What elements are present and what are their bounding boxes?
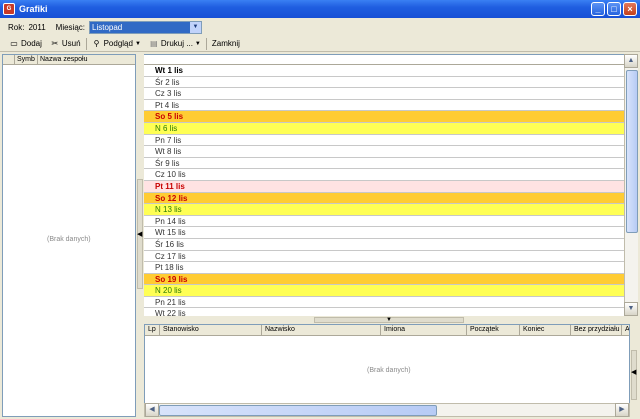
column-header-symbol[interactable]: Symb [15, 55, 38, 64]
day-row[interactable]: Pn 14 lis [144, 216, 624, 228]
scrollbar-thumb[interactable] [626, 70, 638, 233]
column-header-position[interactable]: Stanowisko [160, 325, 262, 335]
print-button-label: Drukuj ... [160, 39, 193, 48]
day-row[interactable]: So 12 lis [144, 192, 624, 205]
day-row[interactable]: Pn 21 lis [144, 297, 624, 309]
day-row[interactable]: Pn 7 lis [144, 135, 624, 147]
column-header-team-name[interactable]: Nazwa zespołu [38, 55, 135, 64]
chevron-left-icon[interactable]: ◀ [631, 368, 636, 376]
day-row[interactable]: Wt 22 lis [144, 308, 624, 316]
day-row[interactable]: Pt 11 lis [144, 180, 624, 193]
window-title: Grafiki [19, 4, 48, 14]
shifts-horizontal-scrollbar[interactable]: ◀ ▶ [144, 403, 630, 417]
filter-bar: Rok: 2011 Miesiąc: Listopad ▼ [0, 18, 640, 36]
vertical-splitter[interactable]: ◀ [136, 54, 144, 417]
preview-button-label: Podgląd [103, 39, 133, 48]
shifts-grid-header: Lp Stanowisko Nazwisko Imiona Początek K… [145, 325, 629, 336]
preview-button[interactable]: ⚲ Podgląd ▼ [89, 37, 144, 51]
day-row[interactable]: Cz 10 lis [144, 169, 624, 181]
close-button[interactable]: Zamknij [209, 37, 243, 51]
toolbar-separator [85, 37, 87, 50]
column-header-ak[interactable]: Ak [622, 325, 629, 335]
day-row[interactable]: So 5 lis [144, 111, 624, 123]
print-button[interactable]: ▤ Drukuj ... ▼ [146, 37, 204, 51]
days-list[interactable]: Wt 1 lis Śr 2 lis Cz 3 lis Pt 4 lis So 5 lis… [144, 54, 624, 316]
toolbar: ▭ Dodaj ✂ Usuń ⚲ Podgląd ▼ ▤ Drukuj ... … [0, 36, 640, 52]
day-row[interactable]: N 20 lis [144, 285, 624, 297]
teams-grid-header: Symb Nazwa zespołu [3, 55, 135, 65]
month-label: Miesiąc: [55, 22, 85, 32]
add-button-label: Dodaj [21, 39, 42, 48]
month-value: Listopad [92, 22, 123, 32]
delete-button-label: Usuń [61, 39, 81, 48]
month-select[interactable]: Listopad ▼ [89, 20, 202, 34]
folder-add-icon: ▭ [10, 39, 18, 48]
column-header-end[interactable]: Koniec [520, 325, 571, 335]
right-splitter[interactable]: ◀ [630, 330, 638, 417]
column-header-start[interactable]: Początek [467, 325, 520, 335]
dropdown-arrow-icon[interactable]: ▼ [135, 41, 141, 47]
delete-button[interactable]: ✂ Usuń [47, 37, 84, 51]
day-row[interactable]: Śr 9 lis [144, 158, 624, 170]
day-row[interactable]: So 19 lis [144, 273, 624, 286]
scroll-down-icon[interactable]: ▼ [624, 302, 638, 316]
scroll-right-icon[interactable]: ▶ [615, 403, 629, 417]
scroll-up-icon[interactable]: ▲ [624, 54, 638, 68]
shifts-empty-message: (Brak danych) [367, 367, 411, 374]
chevron-down-icon[interactable]: ▼ [314, 317, 464, 323]
day-row[interactable]: Wt 15 lis [144, 227, 624, 239]
add-button[interactable]: ▭ Dodaj [6, 37, 45, 51]
scissors-icon: ✂ [51, 39, 59, 48]
minimize-button[interactable]: _ [591, 2, 605, 16]
days-vertical-scrollbar[interactable]: ▲ ▼ [624, 54, 638, 316]
grafiki-app-icon[interactable]: G [3, 3, 15, 15]
dropdown-arrow-icon[interactable]: ▼ [195, 41, 201, 47]
close-window-button[interactable]: × [623, 2, 637, 16]
day-row[interactable]: Cz 3 lis [144, 88, 624, 100]
magnifier-icon: ⚲ [93, 39, 100, 48]
day-row[interactable]: Pt 4 lis [144, 100, 624, 112]
printer-icon: ▤ [150, 39, 158, 48]
day-row[interactable]: Śr 16 lis [144, 239, 624, 251]
day-row[interactable]: N 6 lis [144, 122, 624, 135]
maximize-button[interactable]: □ [607, 2, 621, 16]
column-header-unassigned[interactable]: Bez przydziału [571, 325, 622, 335]
scroll-left-icon[interactable]: ◀ [145, 403, 159, 417]
scrollbar-thumb[interactable] [159, 405, 437, 416]
column-header-surname[interactable]: Nazwisko [262, 325, 381, 335]
year-label: Rok: [8, 22, 25, 32]
day-row[interactable]: Cz 17 lis [144, 251, 624, 263]
title-bar: G Grafiki _ □ × [0, 0, 640, 18]
days-list-header [144, 55, 624, 65]
column-header-lp[interactable]: Lp [145, 325, 160, 335]
column-header-first-names[interactable]: Imiona [381, 325, 467, 335]
day-row[interactable]: N 13 lis [144, 204, 624, 216]
teams-empty-message: (Brak danych) [47, 236, 91, 243]
close-button-label: Zamknij [211, 39, 240, 48]
row-indicator-header [3, 55, 15, 64]
toolbar-separator [205, 37, 207, 50]
window-controls: _ □ × [591, 2, 637, 16]
year-value[interactable]: 2011 [28, 23, 45, 32]
chevron-left-icon[interactable]: ◀ [137, 230, 142, 238]
day-row[interactable]: Wt 1 lis [144, 65, 624, 77]
teams-grid[interactable]: Symb Nazwa zespołu (Brak danych) [2, 54, 136, 417]
day-row[interactable]: Pt 18 lis [144, 262, 624, 274]
horizontal-splitter[interactable]: ▼ [144, 316, 638, 324]
day-row[interactable]: Śr 2 lis [144, 77, 624, 89]
chevron-down-icon[interactable]: ▼ [190, 21, 201, 33]
day-row[interactable]: Wt 8 lis [144, 146, 624, 158]
